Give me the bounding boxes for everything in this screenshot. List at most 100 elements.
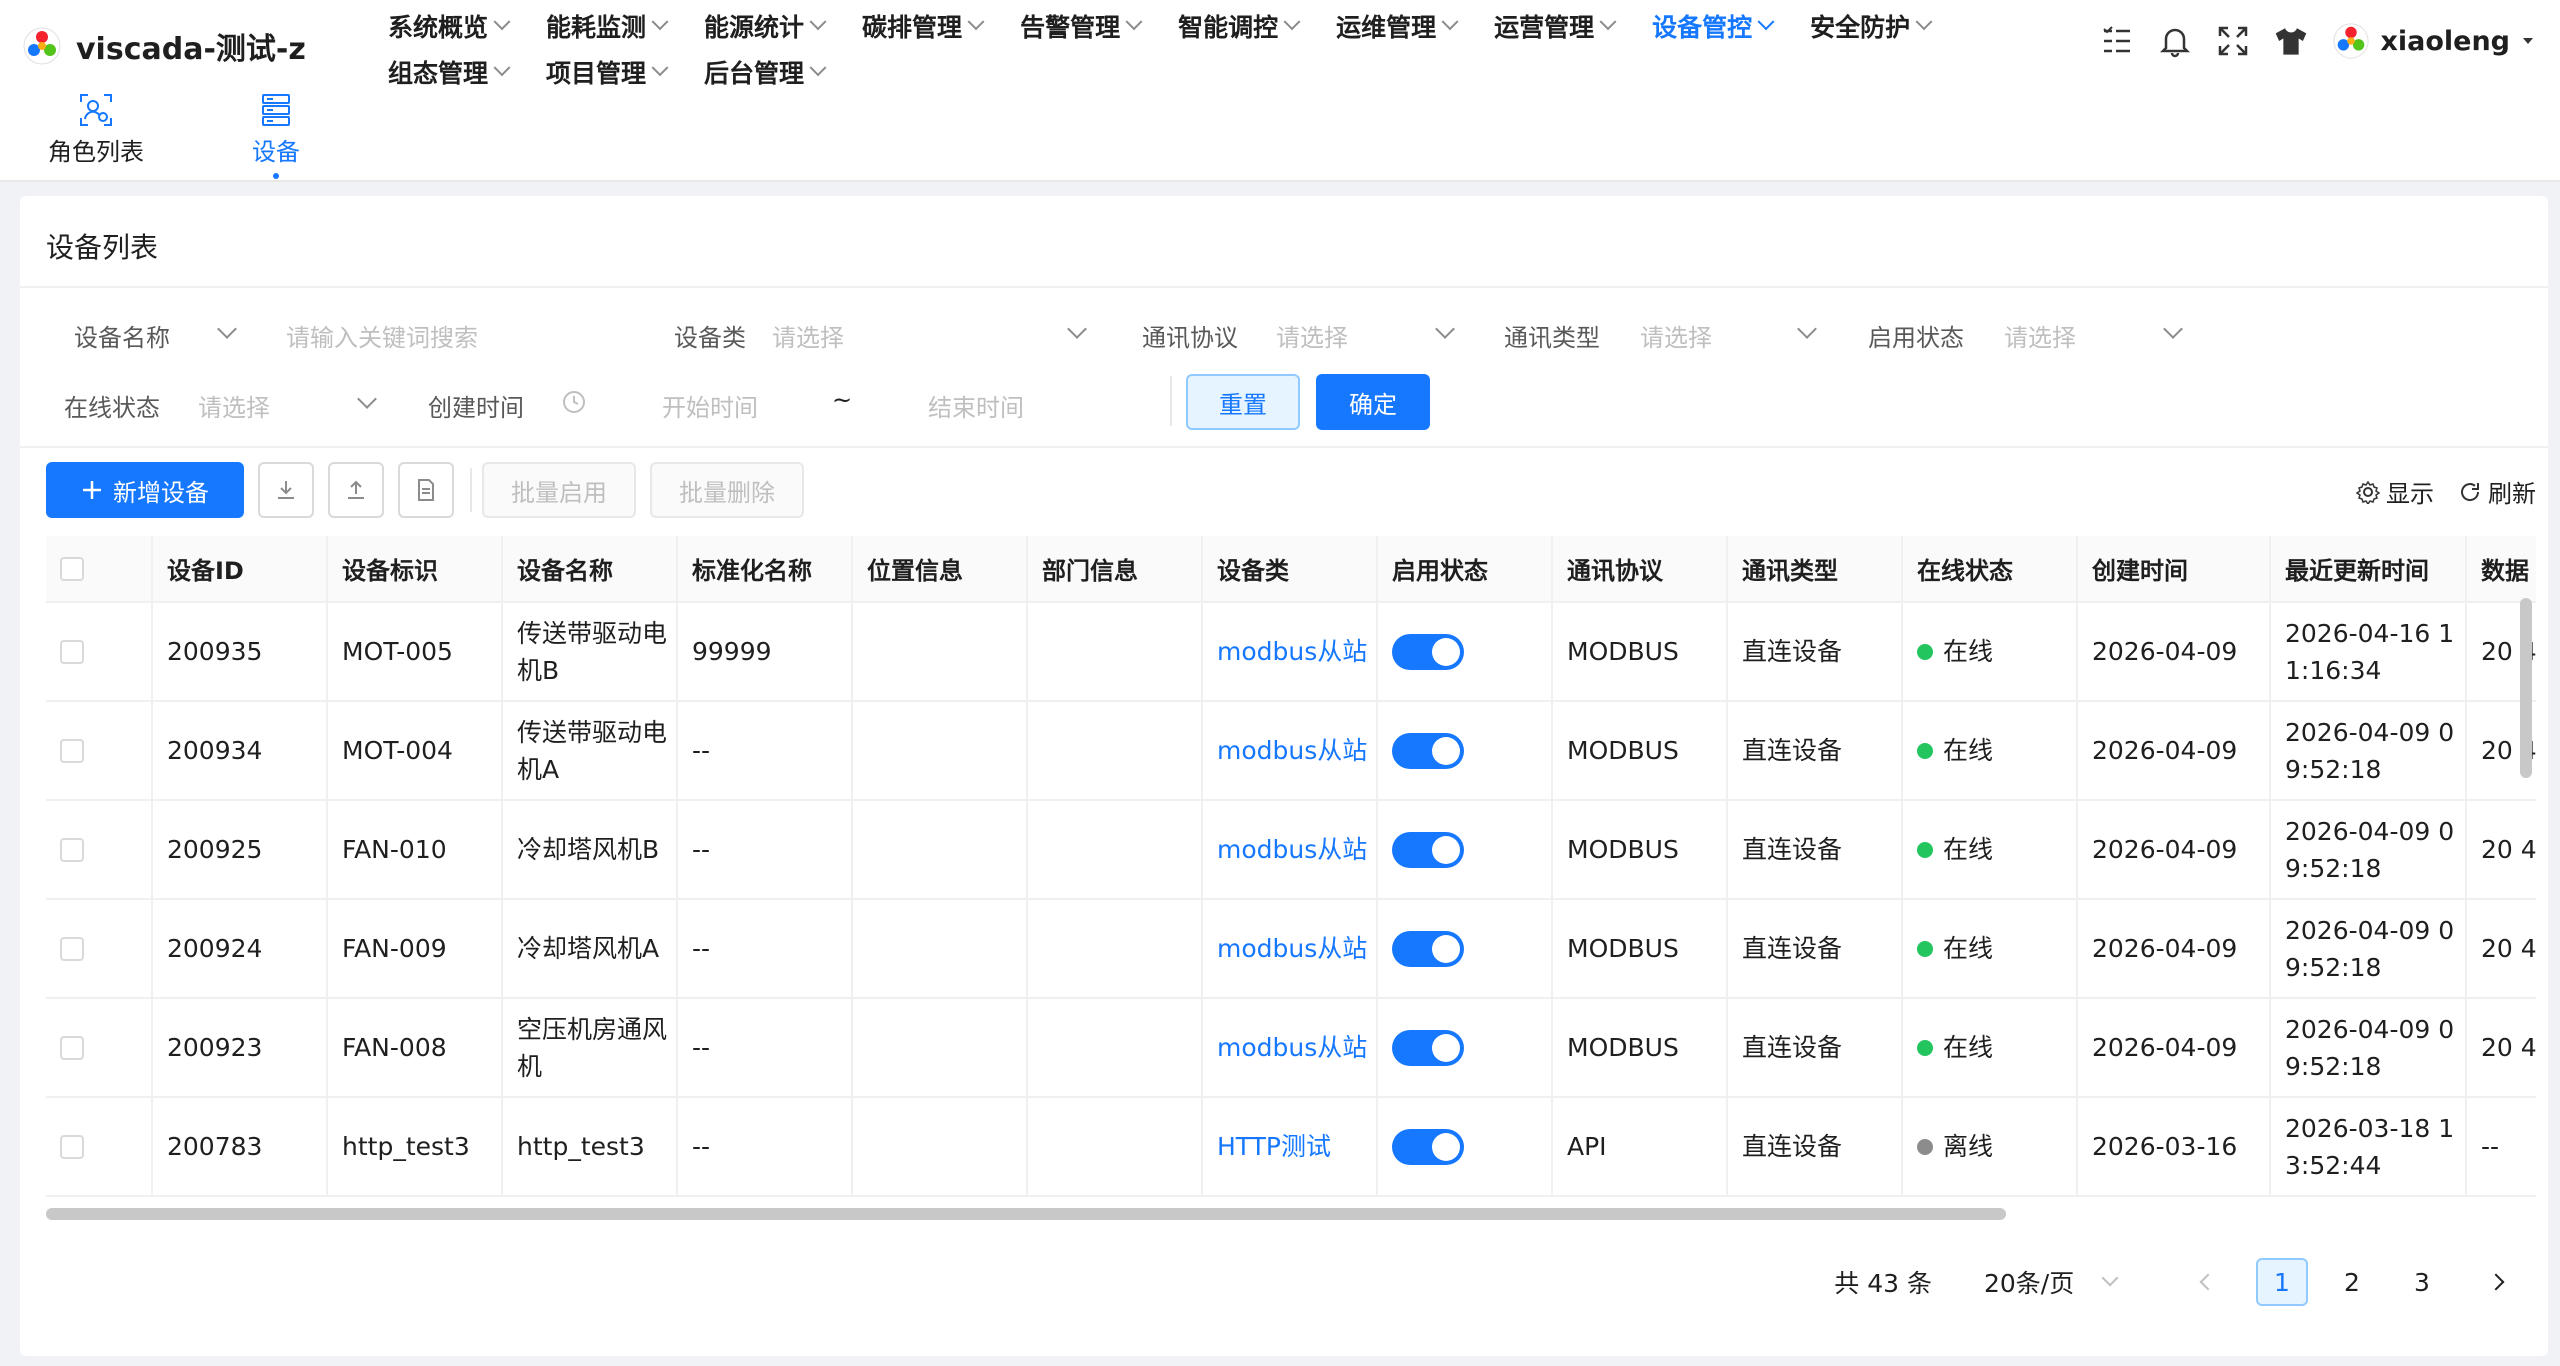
- device-name-search-input[interactable]: 请输入关键词搜索: [286, 318, 478, 353]
- vertical-scrollbar[interactable]: [2520, 598, 2532, 778]
- export-file-button[interactable]: [398, 462, 454, 518]
- chevron-down-icon[interactable]: [357, 389, 377, 409]
- row-select-cell[interactable]: [46, 899, 153, 999]
- menu-item[interactable]: 智能调控: [1178, 6, 1301, 46]
- row-select-cell[interactable]: [46, 602, 153, 702]
- menu-item[interactable]: 设备管控: [1652, 6, 1775, 46]
- cell-enabled[interactable]: [1377, 602, 1553, 702]
- row-checkbox[interactable]: [60, 1134, 84, 1159]
- refresh-button[interactable]: 刷新: [2458, 474, 2536, 509]
- menu-item[interactable]: 系统概览: [388, 6, 511, 46]
- display-settings-button[interactable]: 显示: [2356, 474, 2434, 509]
- device-name-filter-label[interactable]: 设备名称: [74, 318, 170, 353]
- device-class-select[interactable]: 请选择: [772, 318, 844, 353]
- end-time-input[interactable]: 结束时间: [928, 388, 1024, 423]
- enable-toggle[interactable]: [1392, 930, 1464, 967]
- page-number-button[interactable]: 3: [2396, 1258, 2448, 1306]
- menu-item[interactable]: 能源统计: [704, 6, 827, 46]
- app-logo[interactable]: viscada-测试-z: [22, 24, 306, 68]
- row-select-cell[interactable]: [46, 1097, 153, 1197]
- chevron-down-icon[interactable]: [1067, 319, 1087, 339]
- subnav-device[interactable]: 设备: [216, 92, 336, 179]
- row-select-cell[interactable]: [46, 998, 153, 1098]
- download-button[interactable]: [258, 462, 314, 518]
- task-list-icon[interactable]: [2100, 24, 2134, 58]
- table-row[interactable]: 200925 FAN-010 冷却塔风机B -- modbus从站 MODBUS 直连设备 在…: [46, 800, 2536, 900]
- theme-shirt-icon[interactable]: [2274, 24, 2308, 58]
- page-number-button[interactable]: 1: [2256, 1258, 2308, 1306]
- batch-enable-button[interactable]: 批量启用: [482, 462, 636, 518]
- chevron-down-icon[interactable]: [1797, 319, 1817, 339]
- protocol-select[interactable]: 请选择: [1276, 318, 1348, 353]
- enable-toggle[interactable]: [1392, 732, 1464, 769]
- cell-text: 2026-04-09: [2092, 637, 2238, 666]
- cell-enabled[interactable]: [1377, 701, 1553, 801]
- user-menu[interactable]: xiaoleng: [2332, 22, 2536, 60]
- cell-enabled[interactable]: [1377, 800, 1553, 900]
- menu-item[interactable]: 告警管理: [1020, 6, 1143, 46]
- enable-toggle[interactable]: [1392, 831, 1464, 868]
- page-number-button[interactable]: 2: [2326, 1258, 2378, 1306]
- table-row[interactable]: 200934 MOT-004 传送带驱动电机A -- modbus从站 MODBUS 直连设…: [46, 701, 2536, 801]
- menu-item[interactable]: 组态管理: [388, 52, 511, 92]
- next-page-button[interactable]: [2470, 1258, 2522, 1306]
- menu-item-label: 设备管控: [1652, 13, 1753, 42]
- fullscreen-icon[interactable]: [2216, 24, 2250, 58]
- chevron-down-icon[interactable]: [217, 319, 237, 339]
- column-header: 设备标识: [327, 536, 503, 603]
- device-class-link[interactable]: modbus从站: [1217, 637, 1367, 666]
- device-class-link[interactable]: modbus从站: [1217, 1033, 1367, 1062]
- row-checkbox[interactable]: [60, 936, 84, 961]
- enable-status-select[interactable]: 请选择: [2004, 318, 2076, 353]
- menu-item[interactable]: 能耗监测: [546, 6, 669, 46]
- cell-enabled[interactable]: [1377, 899, 1553, 999]
- enable-toggle[interactable]: [1392, 1029, 1464, 1066]
- chevron-down-icon[interactable]: [2163, 319, 2183, 339]
- menu-item[interactable]: 碳排管理: [862, 6, 985, 46]
- add-device-button[interactable]: 新增设备: [46, 462, 244, 518]
- comm-type-select[interactable]: 请选择: [1640, 318, 1712, 353]
- row-select-cell[interactable]: [46, 800, 153, 900]
- menu-item[interactable]: 运维管理: [1336, 6, 1459, 46]
- table-row[interactable]: 200783 http_test3 http_test3 -- HTTP测试 API 直连设…: [46, 1097, 2536, 1197]
- device-class-link[interactable]: modbus从站: [1217, 934, 1367, 963]
- row-checkbox[interactable]: [60, 639, 84, 664]
- menu-item[interactable]: 运营管理: [1494, 6, 1617, 46]
- device-class-link[interactable]: HTTP测试: [1217, 1132, 1331, 1161]
- online-status-text: 在线: [1943, 1033, 1994, 1062]
- device-class-link[interactable]: modbus从站: [1217, 736, 1367, 765]
- online-status-select[interactable]: 请选择: [198, 388, 270, 423]
- menu-item-label: 系统概览: [388, 13, 489, 42]
- enable-toggle[interactable]: [1392, 1128, 1464, 1165]
- upload-button[interactable]: [328, 462, 384, 518]
- cell-data: 20 4:: [2466, 998, 2536, 1098]
- start-time-input[interactable]: 开始时间: [662, 388, 758, 423]
- menu-item[interactable]: 安全防护: [1810, 6, 1933, 46]
- menu-item[interactable]: 项目管理: [546, 52, 669, 92]
- prev-page-button[interactable]: [2182, 1258, 2234, 1306]
- cell-enabled[interactable]: [1377, 1097, 1553, 1197]
- table-row[interactable]: 200935 MOT-005 传送带驱动电机B 99999 modbus从站 MODBUS…: [46, 602, 2536, 702]
- confirm-button[interactable]: 确定: [1316, 374, 1430, 430]
- cell-enabled[interactable]: [1377, 998, 1553, 1098]
- batch-delete-button[interactable]: 批量删除: [650, 462, 804, 518]
- row-checkbox[interactable]: [60, 738, 84, 763]
- bell-icon[interactable]: [2158, 24, 2192, 58]
- table-row[interactable]: 200923 FAN-008 空压机房通风机 -- modbus从站 MODBUS 直连设备…: [46, 998, 2536, 1098]
- row-checkbox[interactable]: [60, 1035, 84, 1060]
- enable-toggle[interactable]: [1392, 633, 1464, 670]
- device-class-link[interactable]: modbus从站: [1217, 835, 1367, 864]
- menu-item[interactable]: 后台管理: [704, 52, 827, 92]
- chevron-down-icon: [1915, 13, 1933, 31]
- row-checkbox[interactable]: [60, 837, 84, 862]
- cell-online: 在线: [1902, 701, 2078, 801]
- page-size-select[interactable]: 20条/页: [1984, 1264, 2124, 1300]
- row-select-cell[interactable]: [46, 701, 153, 801]
- table-row[interactable]: 200924 FAN-009 冷却塔风机A -- modbus从站 MODBUS 直连设备 在…: [46, 899, 2536, 999]
- chevron-down-icon[interactable]: [1435, 319, 1455, 339]
- select-all-checkbox[interactable]: [60, 556, 84, 581]
- reset-button[interactable]: 重置: [1186, 374, 1300, 430]
- horizontal-scrollbar[interactable]: [46, 1208, 2006, 1220]
- subnav-role-list[interactable]: 角色列表: [36, 92, 156, 167]
- select-all-cell[interactable]: [46, 536, 153, 603]
